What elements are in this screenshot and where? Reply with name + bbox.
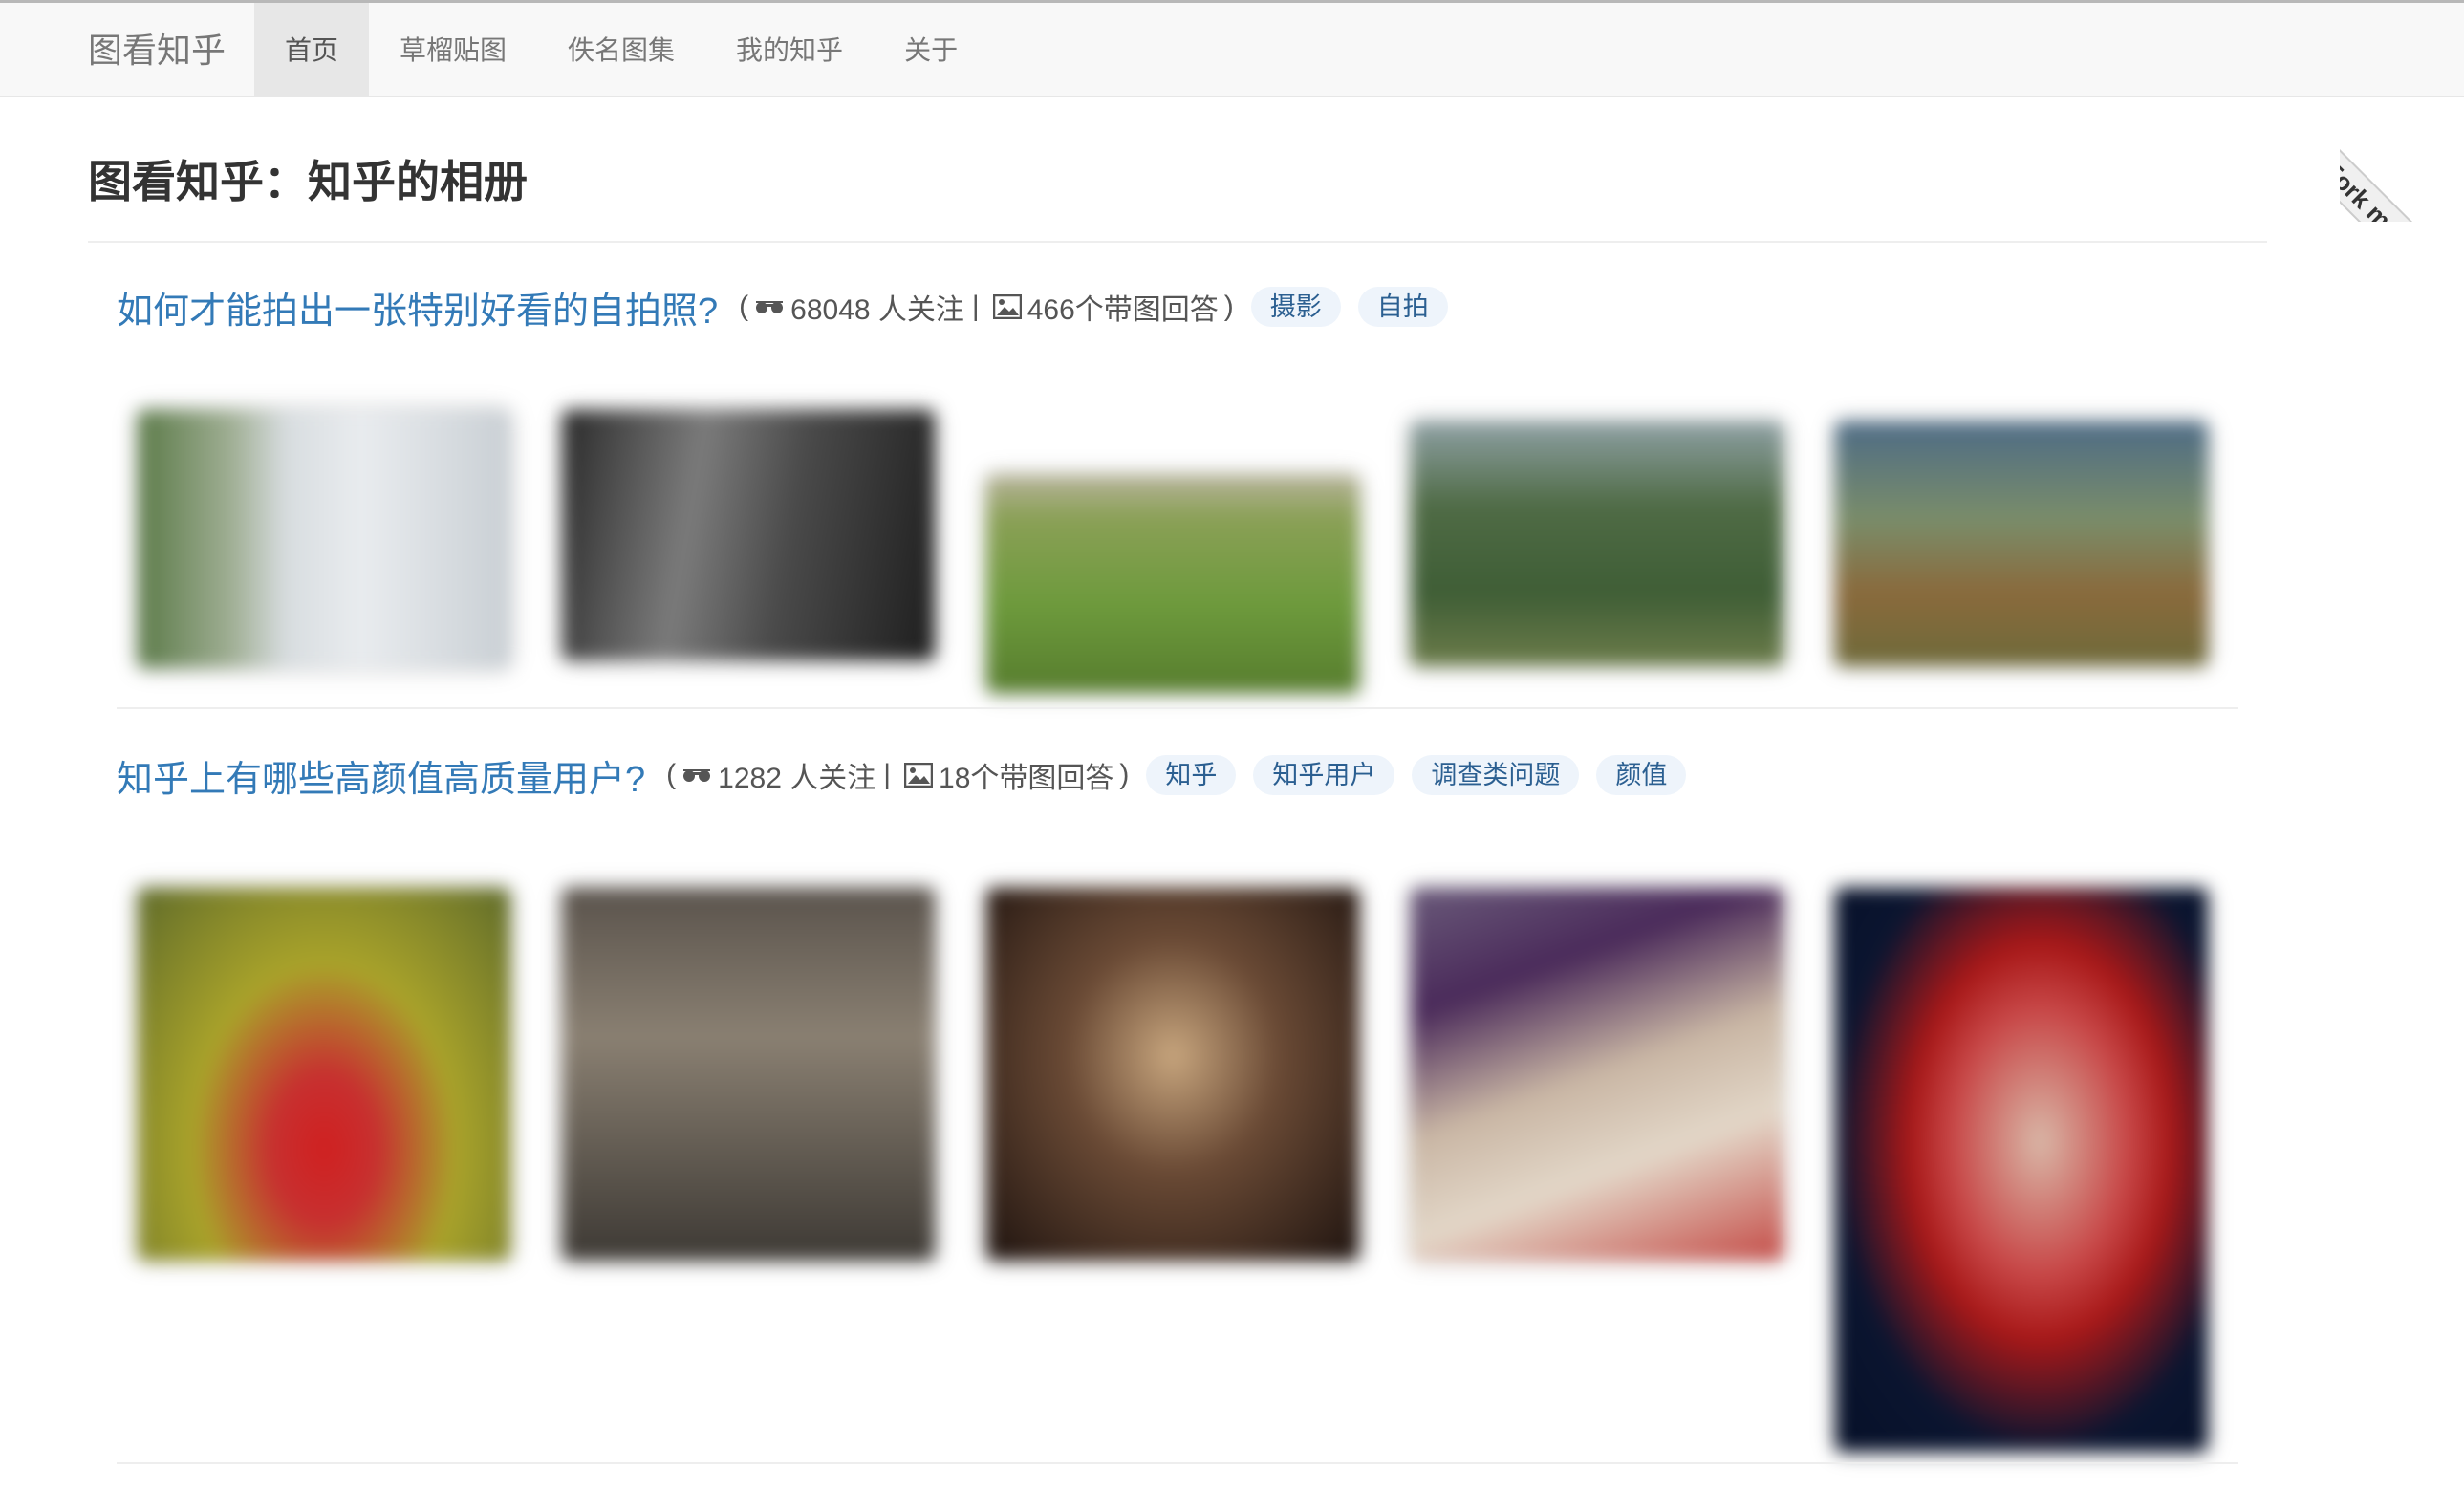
question-title-link[interactable]: 如何才能拍出一张特别好看的自拍照?	[117, 281, 718, 334]
answers-count: 18个带图回答	[939, 763, 1114, 794]
followers-count: 68048 人关注	[790, 294, 964, 326]
fork-github-ribbon[interactable]: Fork me on GitHub	[2340, 130, 2464, 222]
question-block: 如何才能拍出一张特别好看的自拍照? ( 68048 人关注 | 466个带图回答…	[117, 280, 2238, 716]
question-header: 知乎上有哪些高颜值高质量用户? ( 1282 人关注 | 18个带图回答 ) 知…	[117, 748, 2238, 802]
nav-link-my-zhihu[interactable]: 我的知乎	[705, 3, 874, 97]
question-header: 如何才能拍出一张特别好看的自拍照? ( 68048 人关注 | 466个带图回答…	[117, 280, 2238, 334]
page-title: 图看知乎：知乎的相册	[88, 157, 528, 206]
nav-item-caoliu: 草榴贴图	[369, 3, 537, 97]
meta-separator: |	[971, 291, 980, 322]
thumbnail-image[interactable]	[1411, 421, 1783, 666]
tag-selfie[interactable]: 自拍	[1357, 287, 1448, 327]
question-meta: ( 1282 人关注 | 18个带图回答 )	[666, 754, 1129, 796]
glasses-icon	[754, 298, 785, 315]
tag-zhihu[interactable]: 知乎	[1146, 755, 1237, 795]
thumbnail-image[interactable]	[986, 475, 1359, 693]
answers-count: 466个带图回答	[1027, 294, 1219, 326]
thumbnail-gallery	[117, 802, 2238, 1490]
divider	[88, 241, 2267, 243]
picture-icon	[992, 294, 1022, 319]
glasses-icon	[681, 767, 712, 784]
nav-link-about[interactable]: 关于	[874, 3, 988, 97]
close-paren: )	[1119, 759, 1130, 790]
thumbnail-gallery	[117, 334, 2238, 716]
thumbnail-image[interactable]	[562, 410, 935, 660]
open-paren: (	[666, 759, 677, 790]
thumbnail-image[interactable]	[562, 888, 935, 1261]
nav-link-caoliu[interactable]: 草榴贴图	[369, 3, 537, 97]
brand-link[interactable]: 图看知乎	[88, 3, 226, 97]
question-title-link[interactable]: 知乎上有哪些高颜值高质量用户?	[117, 749, 645, 802]
nav-link-home[interactable]: 首页	[254, 3, 370, 97]
nav-item-about: 关于	[874, 3, 988, 97]
picture-icon	[904, 763, 934, 788]
tag-photography[interactable]: 摄影	[1250, 287, 1341, 327]
divider	[117, 1462, 2238, 1464]
thumbnail-image[interactable]	[1835, 888, 2208, 1452]
github-ribbon-container: Fork me on GitHub	[2340, 97, 2464, 222]
close-paren: )	[1223, 291, 1234, 322]
divider	[117, 707, 2238, 709]
meta-separator: |	[883, 759, 892, 790]
nav-item-home: 首页	[254, 3, 370, 97]
nav-item-anonymous: 佚名图集	[537, 3, 705, 97]
thumbnail-image[interactable]	[986, 888, 1359, 1261]
nav-item-my-zhihu: 我的知乎	[705, 3, 874, 97]
tag-zhihu-users[interactable]: 知乎用户	[1253, 755, 1395, 795]
thumbnail-image[interactable]	[1411, 888, 1783, 1261]
main-nav: 首页 草榴贴图 佚名图集 我的知乎 关于	[254, 3, 988, 97]
question-block: 知乎上有哪些高颜值高质量用户? ( 1282 人关注 | 18个带图回答 ) 知…	[117, 748, 2238, 1490]
question-meta: ( 68048 人关注 | 466个带图回答 )	[739, 286, 1234, 328]
nav-link-anonymous[interactable]: 佚名图集	[537, 3, 705, 97]
thumbnail-image[interactable]	[138, 410, 510, 668]
open-paren: (	[739, 291, 749, 322]
thumbnail-image[interactable]	[1835, 421, 2208, 666]
tag-survey[interactable]: 调查类问题	[1412, 755, 1580, 795]
top-navbar: 图看知乎 首页 草榴贴图 佚名图集 我的知乎 关于	[0, 0, 2464, 97]
thumbnail-image[interactable]	[138, 888, 510, 1261]
tag-looks[interactable]: 颜值	[1596, 755, 1687, 795]
followers-count: 1282 人关注	[718, 763, 876, 794]
